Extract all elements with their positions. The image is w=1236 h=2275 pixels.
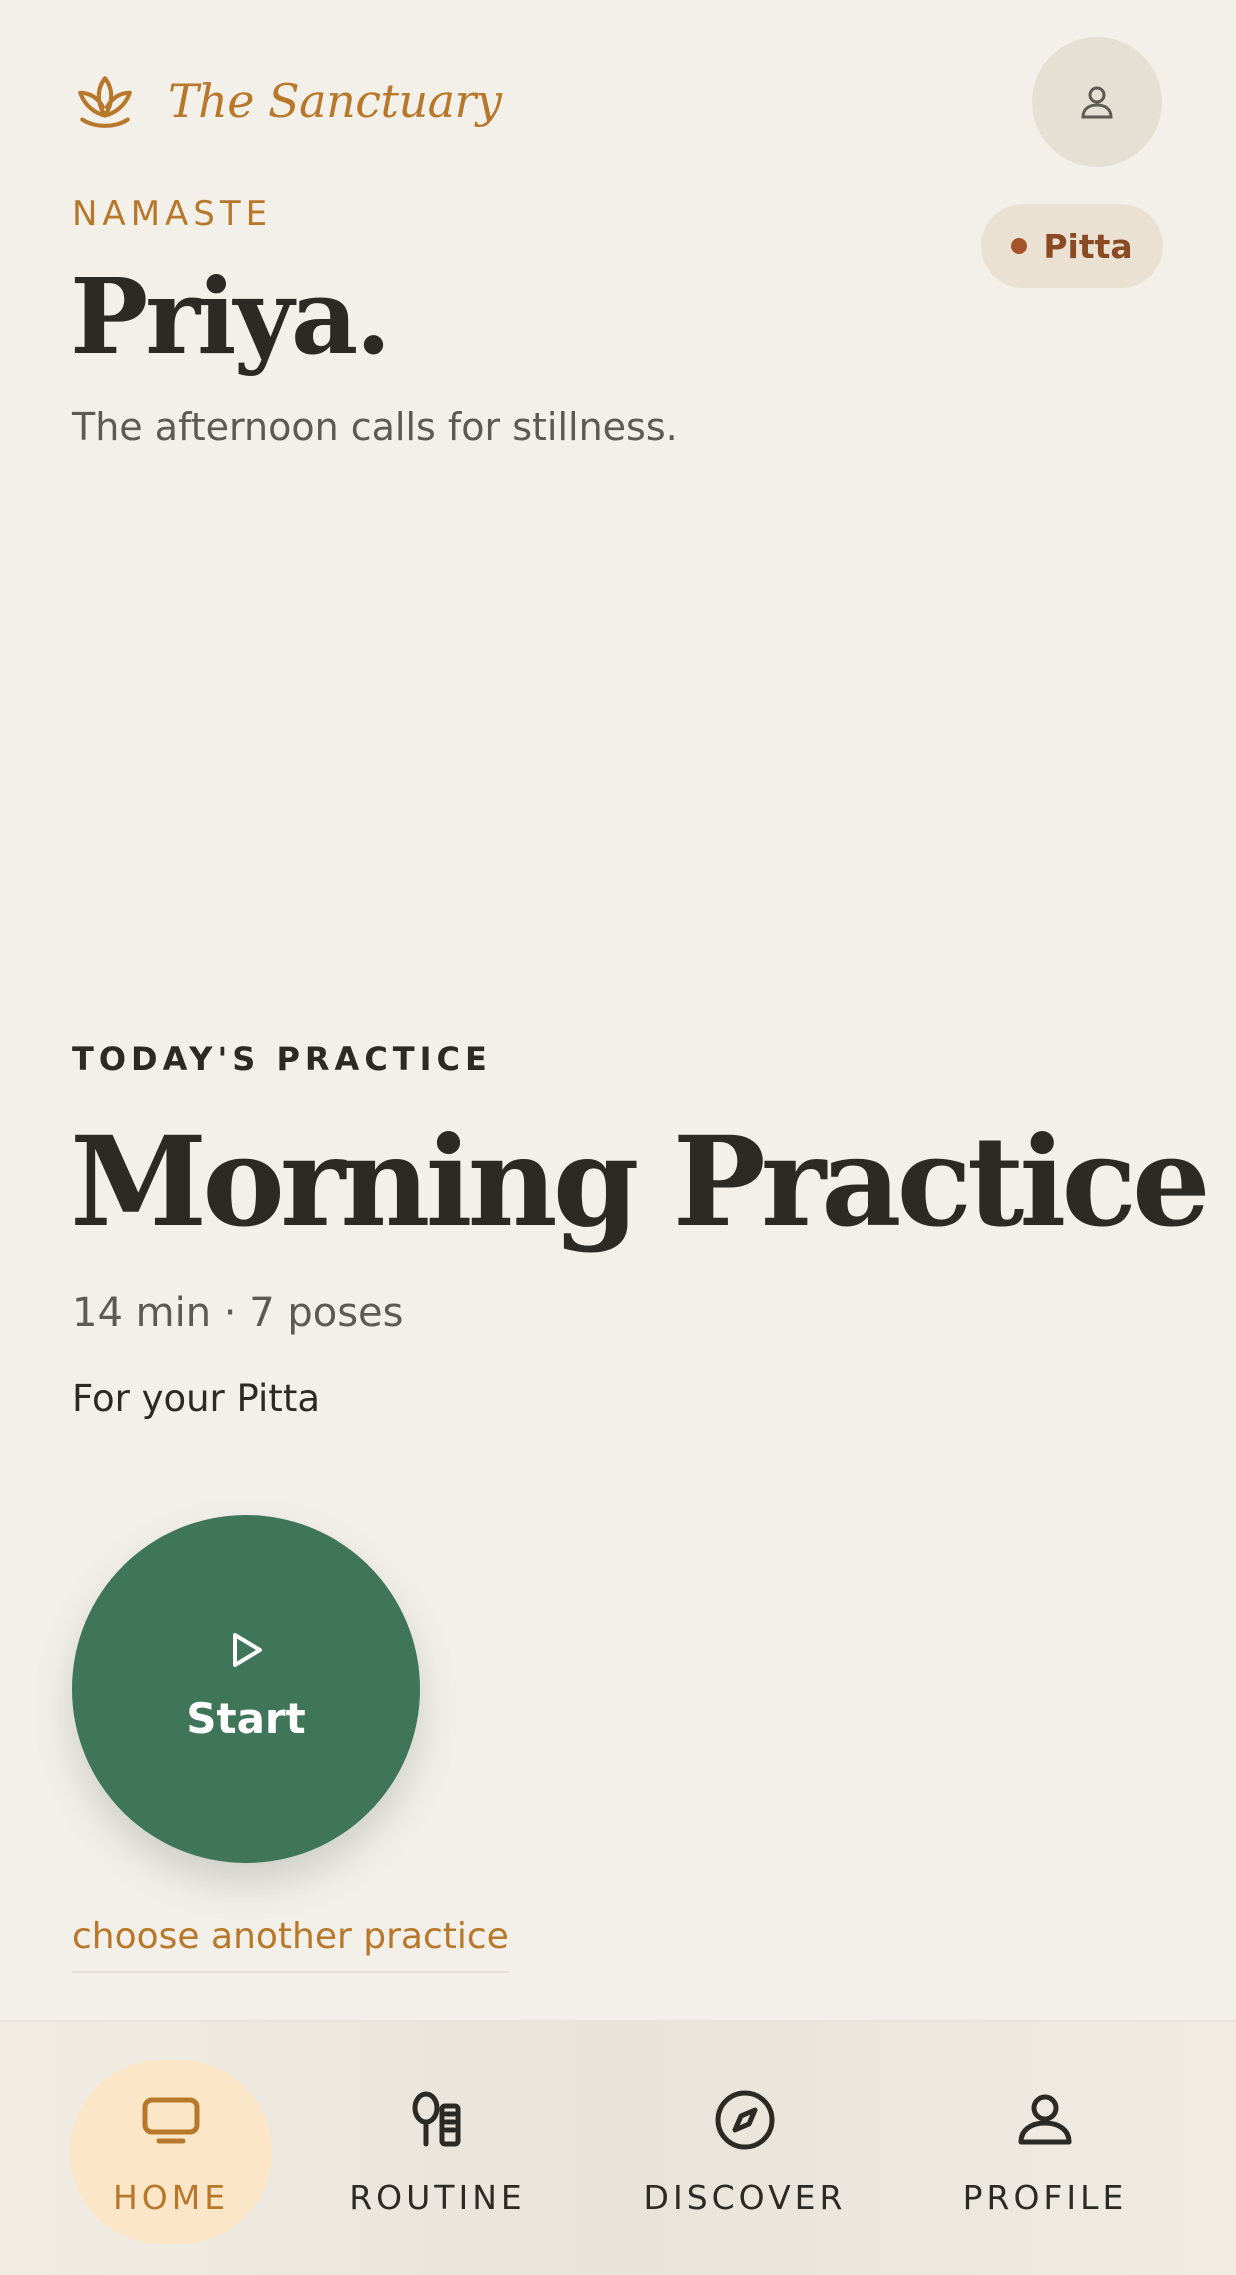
brand-name: The Sanctuary [168, 74, 502, 128]
greeting-label: NAMASTE [72, 194, 273, 234]
nav-label-discover: DISCOVER [643, 2177, 847, 2217]
nav-label-home: HOME [112, 2177, 230, 2217]
home-icon [142, 2097, 200, 2143]
practice-section-label: TODAY'S PRACTICE [72, 1040, 492, 1078]
play-icon [233, 1632, 262, 1667]
nav-item-profile[interactable]: PROFILE [945, 2060, 1145, 2244]
nav-label-routine: ROUTINE [349, 2177, 526, 2217]
brand[interactable]: The Sanctuary [72, 68, 502, 134]
account-button[interactable] [1032, 37, 1162, 167]
person-icon [1081, 86, 1113, 119]
start-label: Start [186, 1693, 306, 1743]
dosha-dot [1011, 238, 1028, 254]
dosha-label: Pitta [1043, 226, 1133, 266]
greeting-subtitle: The afternoon calls for stillness. [72, 405, 678, 449]
user-name: Priya. [70, 255, 392, 378]
nav-item-home[interactable]: HOME [70, 2060, 272, 2244]
practice-meta: 14 min · 7 poses [72, 1290, 404, 1336]
nav-item-discover[interactable]: DISCOVER [640, 2060, 850, 2244]
bottom-nav: HOME ROUTINE DISCOVER PROFILE [0, 2020, 1236, 2275]
start-button[interactable]: Start [72, 1515, 420, 1863]
dosha-badge[interactable]: Pitta [981, 204, 1163, 288]
profile-icon [1018, 2094, 1072, 2144]
nav-item-routine[interactable]: ROUTINE [340, 2060, 535, 2244]
home-screen: The Sanctuary NAMASTE Pitta Priya. The a… [0, 0, 1236, 2275]
routine-icon [412, 2091, 460, 2146]
nav-label-profile: PROFILE [962, 2177, 1128, 2217]
compass-icon [715, 2090, 775, 2149]
choose-another-practice-link[interactable]: choose another practice [72, 1916, 509, 1973]
lotus-icon [78, 76, 132, 128]
practice-for-text: For your Pitta [72, 1377, 320, 1420]
practice-title: Morning Practice [70, 1110, 1211, 1255]
